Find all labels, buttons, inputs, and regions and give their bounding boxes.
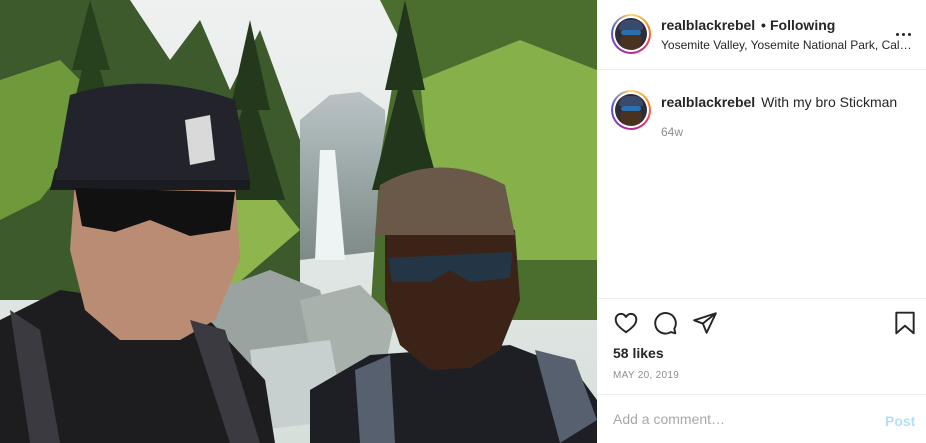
- avatar-image: [615, 94, 647, 126]
- caption-username-link[interactable]: realblackrebel: [661, 94, 755, 110]
- heart-icon[interactable]: [612, 309, 640, 337]
- bookmark-icon[interactable]: [891, 309, 919, 337]
- post-photo[interactable]: [0, 0, 597, 443]
- comment-icon[interactable]: [651, 309, 679, 337]
- selfie-photo-illustration: [0, 0, 597, 443]
- post-comment-button[interactable]: Post: [885, 413, 915, 429]
- post-side-panel: realblackrebel • Following Yosemite Vall…: [597, 0, 926, 443]
- comment-input[interactable]: [613, 407, 863, 431]
- add-comment-section: Post: [597, 394, 926, 443]
- post-header: realblackrebel • Following Yosemite Vall…: [597, 0, 926, 70]
- more-options-icon[interactable]: [896, 22, 920, 46]
- caption-text-row: realblackrebel With my bro Stickman: [661, 94, 897, 110]
- caption-timestamp[interactable]: 64w: [661, 125, 683, 139]
- avatar[interactable]: [611, 14, 651, 54]
- caption-text: With my bro Stickman: [761, 94, 898, 110]
- avatar-image: [615, 18, 647, 50]
- location-link[interactable]: Yosemite Valley, Yosemite National Park,…: [661, 38, 913, 52]
- following-button[interactable]: Following: [770, 17, 835, 33]
- post-date: MAY 20, 2019: [613, 370, 680, 381]
- send-icon[interactable]: [691, 309, 719, 337]
- likes-count[interactable]: 58 likes: [613, 345, 664, 361]
- caption-avatar[interactable]: [611, 90, 651, 130]
- post-actions: 58 likes MAY 20, 2019: [597, 298, 926, 394]
- separator-dot: •: [761, 17, 766, 33]
- caption-section: realblackrebel With my bro Stickman 64w: [597, 70, 926, 298]
- header-username-link[interactable]: realblackrebel: [661, 17, 755, 33]
